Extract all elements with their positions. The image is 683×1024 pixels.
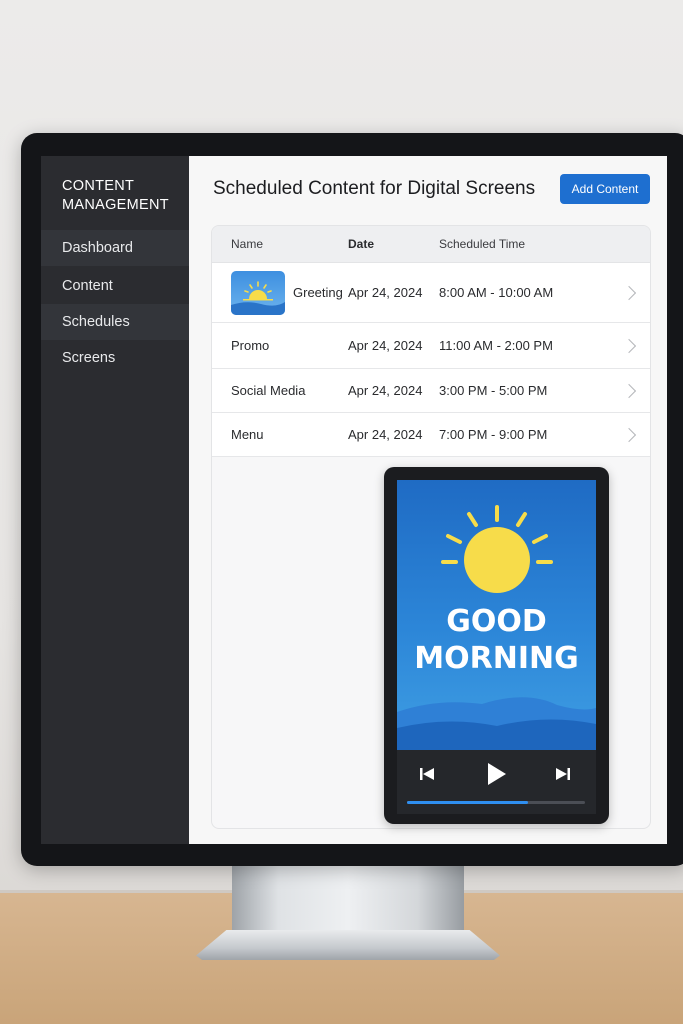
table-row[interactable]: Promo Apr 24, 2024 11:00 AM - 2:00 PM (212, 323, 650, 369)
row-name: Menu (231, 427, 264, 442)
play-icon[interactable] (485, 762, 507, 786)
previous-icon[interactable] (419, 766, 435, 782)
sidebar-title: CONTENT MANAGEMENT (62, 178, 169, 213)
preview-text-line-2: MORNING (414, 641, 579, 676)
row-date: Apr 24, 2024 (348, 285, 423, 300)
sidebar-item-screens[interactable]: Screens (41, 340, 189, 376)
chevron-right-icon (621, 285, 637, 301)
screen-preview-device: GOOD MORNING (384, 467, 609, 824)
row-name: Social Media (231, 383, 306, 398)
monitor-stand-base (196, 930, 500, 960)
playback-controls (397, 750, 596, 814)
row-time: 11:00 AM - 2:00 PM (439, 338, 553, 353)
row-time: 3:00 PM - 5:00 PM (439, 383, 548, 398)
column-header-date: Date (348, 237, 375, 251)
sun-thumbnail-icon (231, 271, 285, 315)
table-row[interactable]: Menu Apr 24, 2024 7:00 PM - 9:00 PM (212, 413, 650, 457)
row-time: 8:00 AM - 10:00 AM (439, 285, 554, 300)
row-time: 7:00 PM - 9:00 PM (439, 427, 548, 442)
next-icon[interactable] (555, 766, 571, 782)
playback-progress-fill (407, 801, 529, 804)
page-title: Scheduled Content for Digital Screens (213, 178, 536, 199)
chevron-right-icon (621, 383, 637, 399)
column-header-time: Scheduled Time (439, 237, 526, 251)
row-date: Apr 24, 2024 (348, 383, 423, 398)
sidebar: CONTENT MANAGEMENT Dashboard Content Sch… (41, 156, 189, 844)
preview-text-line-1: GOOD (446, 604, 547, 639)
table-row[interactable]: Greeting Apr 24, 2024 8:00 AM - 10:00 AM (212, 263, 650, 323)
app-screen: CONTENT MANAGEMENT Dashboard Content Sch… (41, 156, 667, 844)
add-content-button[interactable]: Add Content (560, 174, 650, 204)
preview-display: GOOD MORNING (397, 480, 596, 750)
row-date: Apr 24, 2024 (348, 338, 423, 353)
sidebar-item-dashboard[interactable]: Dashboard (41, 230, 189, 266)
chevron-right-icon (621, 338, 637, 354)
row-date: Apr 24, 2024 (348, 427, 423, 442)
sidebar-item-schedules[interactable]: Schedules (41, 304, 189, 340)
chevron-right-icon (621, 427, 637, 443)
playback-progress-bar[interactable] (407, 801, 585, 804)
column-header-name: Name (231, 237, 264, 251)
table-header: Name Date Scheduled Time (212, 226, 650, 263)
row-name: Greeting (293, 285, 343, 300)
sidebar-item-content[interactable]: Content (41, 268, 189, 304)
table-row[interactable]: Social Media Apr 24, 2024 3:00 PM - 5:00… (212, 369, 650, 413)
row-name: Promo (231, 338, 270, 353)
